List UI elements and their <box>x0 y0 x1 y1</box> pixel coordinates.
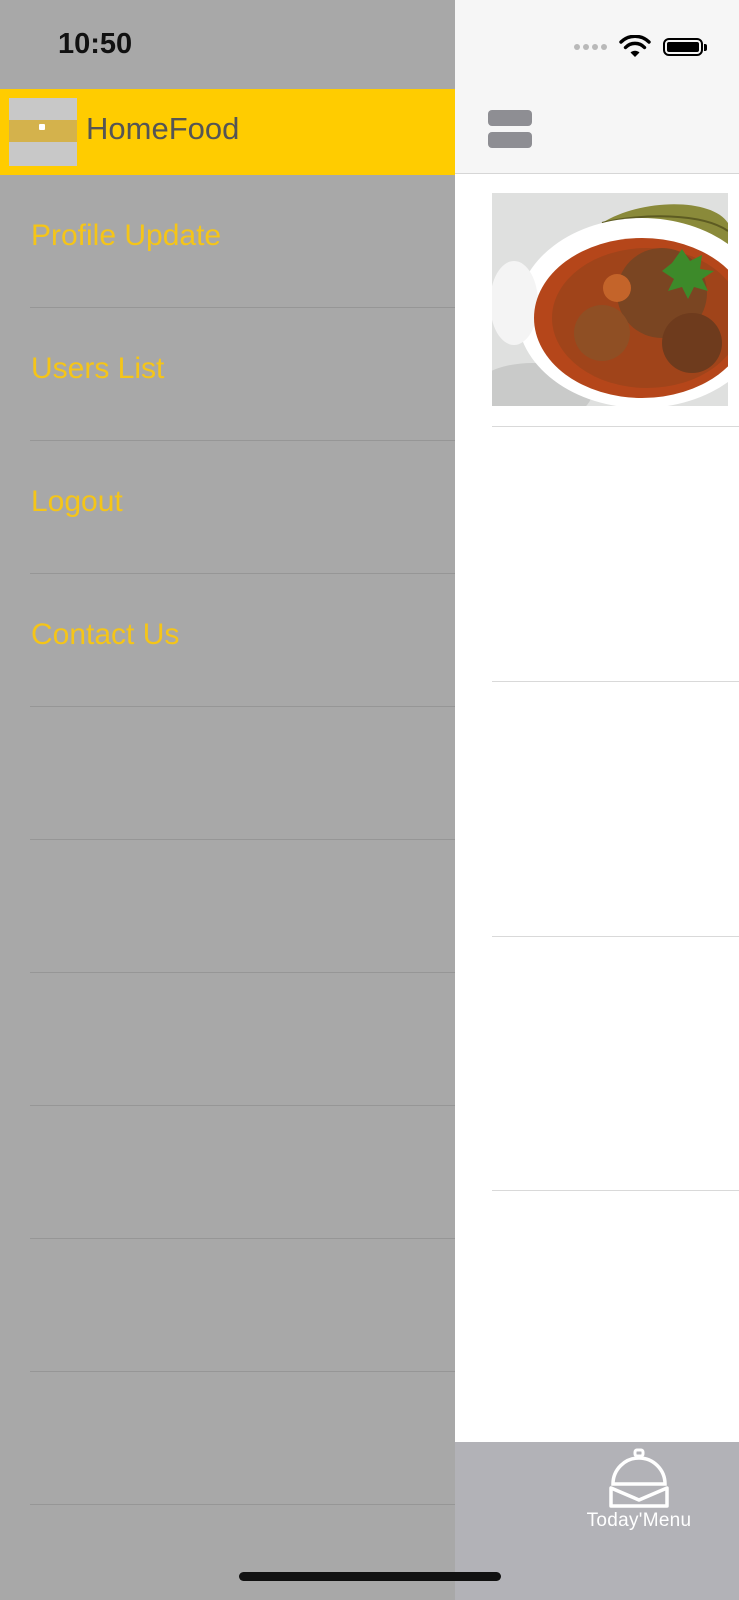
menu-item-label: Users List <box>31 352 165 385</box>
menu-item-users-list[interactable]: Users List <box>30 308 455 441</box>
menu-item-profile-update[interactable]: Profile Update <box>30 175 455 308</box>
row-divider <box>492 1190 739 1191</box>
menu-item-empty[interactable] <box>30 707 455 840</box>
row-divider <box>492 936 739 937</box>
side-drawer: 10:50 HomeFood Profile Update Users List… <box>0 0 455 1600</box>
app-name: HomeFood <box>86 111 240 146</box>
status-icons <box>574 34 707 60</box>
home-indicator[interactable] <box>239 1572 501 1581</box>
row-divider <box>492 426 739 427</box>
menu-item-label: Contact Us <box>31 618 180 651</box>
menu-item-empty[interactable] <box>30 1372 455 1505</box>
food-image[interactable] <box>492 193 728 406</box>
menu-item-label: Profile Update <box>31 219 222 252</box>
menu-item-empty[interactable] <box>30 1106 455 1239</box>
cloche-icon <box>609 1448 669 1508</box>
battery-icon <box>663 38 707 56</box>
menu-item-label: Logout <box>31 485 123 518</box>
signal-icon <box>574 44 607 50</box>
menu-item-empty[interactable] <box>30 973 455 1106</box>
drawer-header: HomeFood <box>0 89 455 175</box>
menu-item-logout[interactable]: Logout <box>30 441 455 574</box>
menu-item-contact-us[interactable]: Contact Us <box>30 574 455 707</box>
drawer-menu-list: Profile Update Users List Logout Contact… <box>0 175 455 1505</box>
tab-today-menu[interactable]: Today'Menu <box>575 1448 703 1538</box>
curry-dish-image <box>492 193 728 406</box>
wifi-icon <box>619 35 651 57</box>
hamburger-icon[interactable] <box>488 110 534 150</box>
tab-today-menu-label: Today'Menu <box>586 1510 692 1531</box>
menu-item-empty[interactable] <box>30 1239 455 1372</box>
menu-item-empty[interactable] <box>30 840 455 973</box>
row-divider <box>492 681 739 682</box>
homefood-logo <box>9 98 77 166</box>
status-time: 10:50 <box>58 28 133 60</box>
